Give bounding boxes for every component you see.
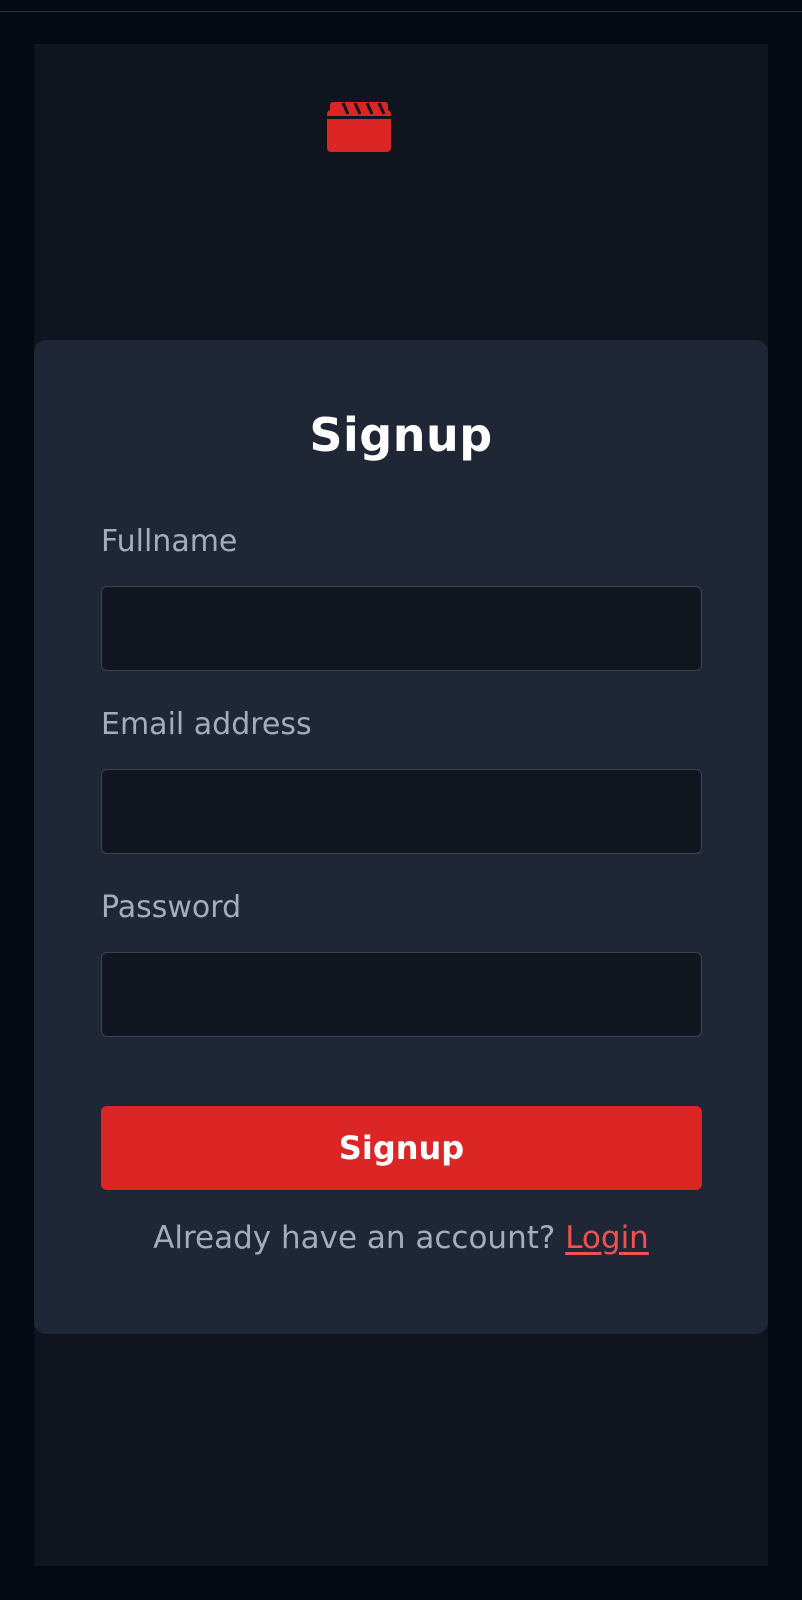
signup-card: Signup Fullname Email address Password S… <box>34 340 768 1334</box>
login-link[interactable]: Login <box>565 1220 649 1256</box>
login-prompt-text: Already have an account? <box>153 1220 556 1256</box>
email-input[interactable] <box>101 769 702 854</box>
app-container: Signup Fullname Email address Password S… <box>34 44 768 1566</box>
password-input[interactable] <box>101 952 702 1037</box>
signup-button[interactable]: Signup <box>101 1106 702 1190</box>
fullname-label: Fullname <box>101 524 238 559</box>
password-label: Password <box>101 890 242 925</box>
clapperboard-icon <box>327 102 391 152</box>
page-title: Signup <box>309 408 493 462</box>
email-label: Email address <box>101 707 312 742</box>
login-prompt: Already have an account? Login <box>34 1220 768 1256</box>
top-border <box>0 0 802 12</box>
fullname-input[interactable] <box>101 586 702 671</box>
